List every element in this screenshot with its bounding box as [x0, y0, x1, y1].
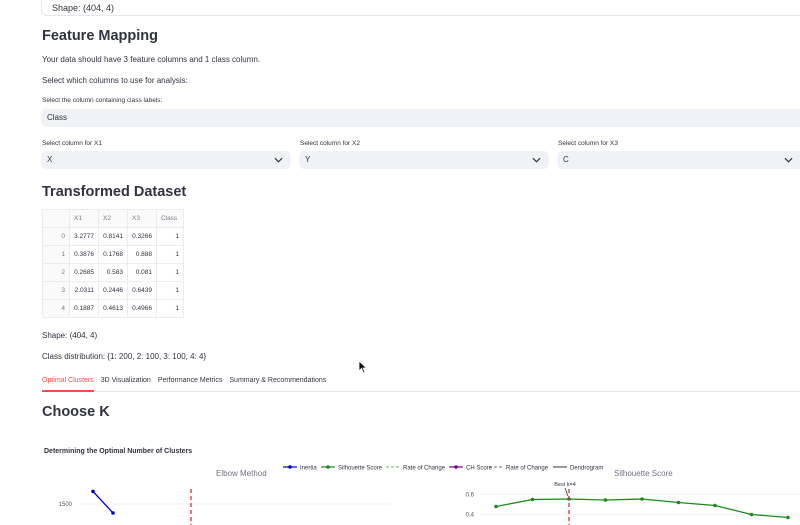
- legend-entry: Dendrogram: [570, 466, 603, 472]
- x1-column-value: X: [47, 155, 53, 164]
- chevron-down-icon: [532, 157, 541, 163]
- chart-legend: Inertia Silhouette Score Rate of Change CH …: [283, 465, 603, 472]
- row-index: 4: [42, 299, 70, 318]
- legend-entry: Rate of Change: [403, 466, 446, 472]
- silhouette-point: [749, 512, 754, 517]
- row-index: 3: [42, 281, 70, 300]
- active-tab-indicator: [42, 390, 94, 392]
- table-cell[interactable]: 1: [156, 299, 184, 318]
- table-header-row: X1 X2 X3 Class: [42, 209, 184, 228]
- table-row: 0 3.2777 0.8141 0.3266 1: [42, 227, 184, 246]
- table-cell[interactable]: 0.4966: [127, 299, 157, 318]
- legend-marker: [326, 465, 330, 469]
- table-cell[interactable]: 0.1768: [98, 245, 128, 264]
- inertia-point: [111, 511, 115, 515]
- best-k-annotation: Best k=4: [554, 482, 576, 488]
- x2-column-value: Y: [305, 155, 311, 164]
- table-cell[interactable]: 1: [156, 263, 184, 282]
- tab-optimal-clusters[interactable]: Optimal Clusters: [42, 377, 94, 391]
- x3-column-label: Select column for X3: [558, 140, 618, 147]
- table-cell[interactable]: 1: [156, 245, 184, 264]
- table-row: 3 2.0311 0.2446 0.6439 1: [42, 281, 184, 300]
- legend-entry: Silhouette Score: [338, 466, 383, 472]
- class-column-value: Class: [47, 113, 68, 122]
- table-row: 1 0.3876 0.1768 0.888 1: [42, 245, 184, 264]
- table-cell[interactable]: 0.2446: [98, 281, 128, 300]
- column-header[interactable]: [42, 209, 70, 228]
- inertia-line: [92, 490, 114, 514]
- legend-marker: [288, 465, 292, 469]
- silhouette-point: [786, 515, 790, 520]
- table-cell[interactable]: 0.3266: [127, 227, 157, 246]
- table-row: 2 0.2685 0.583 0.081 1: [42, 263, 184, 282]
- column-header[interactable]: X3: [127, 209, 157, 228]
- y-tick-label: 0.4: [466, 513, 475, 519]
- y-tick-label: 0.6: [466, 493, 475, 499]
- class-column-select[interactable]: Class: [41, 109, 800, 127]
- tab-3d-visualization[interactable]: 3D Visualization: [101, 377, 151, 391]
- silhouette-plot: 0.6 0.4 Best k=4: [466, 482, 800, 525]
- table-cell[interactable]: 0.6439: [127, 281, 157, 300]
- class-distribution-text: Class distribution: {1: 200, 2: 100, 3: …: [42, 352, 207, 361]
- tab-divider: [42, 391, 800, 392]
- chevron-down-icon: [274, 157, 283, 163]
- elbow-plot: 1500: [59, 489, 390, 525]
- feature-mapping-intro: Your data should have 3 feature columns …: [42, 55, 261, 64]
- transformed-dataframe[interactable]: X1 X2 X3 Class 0 3.2777 0.8141 0.3266 1 …: [42, 209, 184, 318]
- silhouette-point: [713, 503, 717, 508]
- optimal-clusters-chart: Inertia Silhouette Score Rate of Change CH …: [59, 465, 800, 525]
- table-cell[interactable]: 0.8141: [98, 227, 128, 246]
- row-index: 0: [42, 227, 70, 246]
- row-index: 1: [42, 245, 70, 264]
- table-cell[interactable]: 0.1887: [69, 299, 99, 318]
- previous-output-card: Shape: (404, 4): [41, 0, 800, 16]
- legend-entry: Rate of Change: [506, 466, 549, 472]
- column-header[interactable]: X2: [98, 209, 128, 228]
- silhouette-point: [530, 497, 535, 502]
- class-column-label: Select the column containing class label…: [42, 97, 163, 104]
- table-cell[interactable]: 3.2777: [69, 227, 99, 246]
- table-cell[interactable]: 2.0311: [69, 281, 99, 300]
- dataset-shape-text: Shape: (404, 4): [42, 331, 98, 340]
- chart-title: Determining the Optimal Number of Cluste…: [44, 448, 193, 455]
- inertia-point: [91, 489, 95, 494]
- table-cell[interactable]: 0.3876: [69, 245, 99, 264]
- x2-column-select[interactable]: Y: [299, 151, 549, 169]
- mouse-cursor-icon: [358, 360, 368, 374]
- table-cell[interactable]: 0.4613: [98, 299, 128, 318]
- tab-summary-recommendations[interactable]: Summary & Recommendations: [229, 377, 326, 391]
- column-header[interactable]: X1: [69, 209, 99, 228]
- chevron-down-icon: [784, 157, 793, 163]
- transformed-dataset-heading: Transformed Dataset: [42, 184, 187, 200]
- x3-column-select[interactable]: C: [557, 151, 800, 169]
- tab-performance-metrics[interactable]: Performance Metrics: [158, 377, 223, 391]
- select-columns-prompt: Select which columns to use for analysis…: [42, 76, 188, 85]
- table-cell[interactable]: 1: [156, 227, 184, 246]
- legend-marker: [454, 465, 458, 469]
- feature-mapping-heading: Feature Mapping: [42, 28, 159, 44]
- silhouette-point: [676, 500, 681, 505]
- table-cell[interactable]: 0.081: [127, 263, 157, 282]
- legend-entry: CH Score: [466, 466, 493, 472]
- table-cell[interactable]: 0.2685: [69, 263, 99, 282]
- legend-entry: Inertia: [300, 466, 317, 472]
- silhouette-point: [640, 497, 644, 501]
- x1-column-select[interactable]: X: [41, 151, 291, 169]
- silhouette-point: [494, 504, 498, 509]
- table-cell[interactable]: 1: [156, 281, 184, 300]
- x2-column-label: Select column for X2: [300, 140, 360, 147]
- table-cell[interactable]: 0.583: [98, 263, 128, 282]
- table-cell[interactable]: 0.888: [127, 245, 157, 264]
- table-row: 4 0.1887 0.4613 0.4966 1: [42, 299, 184, 318]
- previous-shape-text: Shape: (404, 4): [52, 3, 115, 13]
- column-header[interactable]: Class: [156, 209, 184, 228]
- results-tabs: Optimal Clusters 3D Visualization Perfor…: [42, 377, 333, 391]
- choose-k-heading: Choose K: [42, 404, 110, 420]
- y-tick-label: 1500: [59, 502, 73, 508]
- x3-column-value: C: [563, 155, 569, 164]
- silhouette-point: [603, 498, 608, 502]
- x1-column-label: Select column for X1: [42, 140, 102, 147]
- row-index: 2: [42, 263, 70, 282]
